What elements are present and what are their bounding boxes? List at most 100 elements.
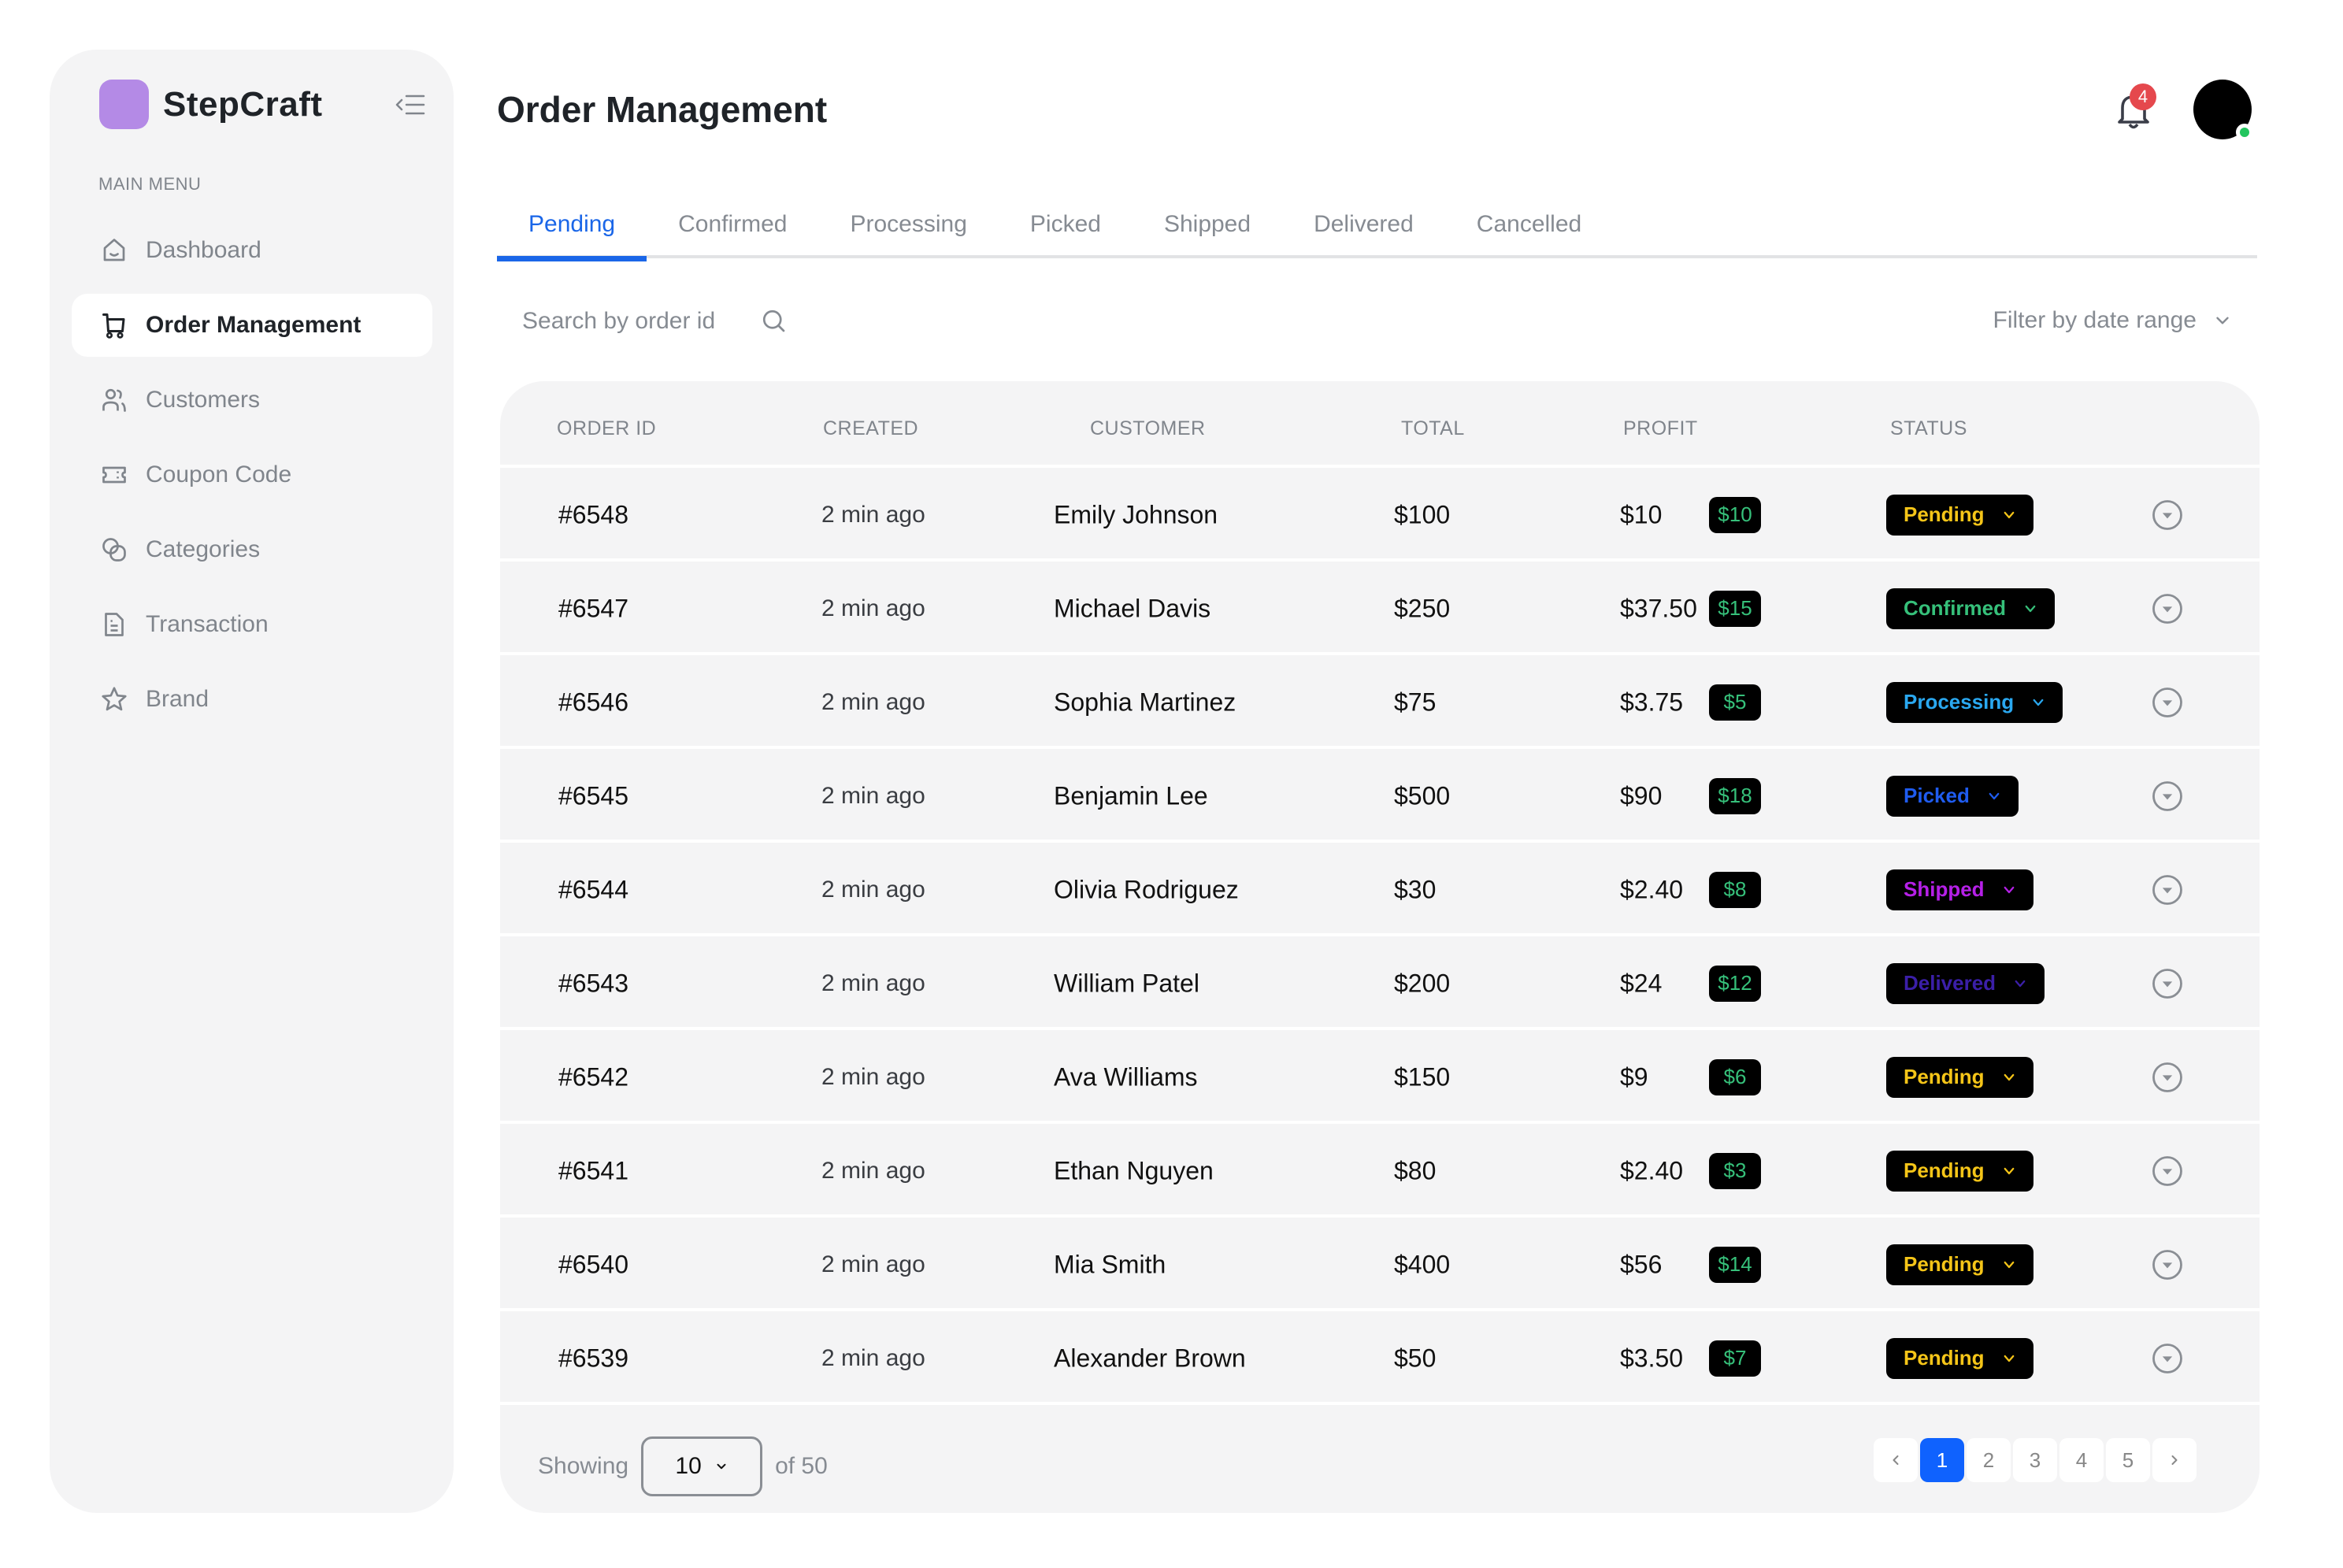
- row-expand-button[interactable]: [2151, 1248, 2184, 1281]
- next-page-button[interactable]: [2152, 1438, 2197, 1482]
- table-row[interactable]: #6541 2 min ago Ethan Nguyen $80 $2.40 $3 Pend…: [500, 1127, 2260, 1218]
- chevron-right-icon: [2171, 1455, 2178, 1465]
- profit-badge: $3: [1709, 1152, 1761, 1189]
- row-expand-button[interactable]: [2151, 967, 2184, 1000]
- search-icon[interactable]: [760, 307, 788, 335]
- brand[interactable]: StepCraft: [99, 80, 323, 129]
- order-profit: $56: [1620, 1250, 1663, 1278]
- table-row[interactable]: #6546 2 min ago Sophia Martinez $75 $3.75 $5 P…: [500, 658, 2260, 749]
- page-button-3[interactable]: 3: [2013, 1438, 2057, 1482]
- status-dropdown[interactable]: Processing: [1886, 681, 2063, 723]
- row-expand-button[interactable]: [2151, 780, 2184, 813]
- tab-confirmed[interactable]: Confirmed: [647, 206, 818, 258]
- order-total: $500: [1394, 781, 1451, 810]
- main-menu-label: MAIN MENU: [98, 174, 202, 194]
- order-id[interactable]: #6541: [558, 1156, 628, 1185]
- order-total: $50: [1394, 1344, 1437, 1372]
- tab-shipped[interactable]: Shipped: [1133, 206, 1282, 258]
- collapse-sidebar-button[interactable]: [395, 92, 427, 117]
- previous-page-button[interactable]: [1874, 1438, 1918, 1482]
- categories-icon: [102, 538, 126, 562]
- column-header-profit[interactable]: PROFIT: [1623, 417, 1698, 440]
- order-id[interactable]: #6548: [558, 500, 628, 529]
- status-dropdown[interactable]: Pending: [1886, 1056, 2033, 1098]
- status-dropdown[interactable]: Pending: [1886, 1244, 2033, 1285]
- sidebar-item-order-management[interactable]: Order Management: [72, 294, 432, 357]
- sidebar-item-dashboard[interactable]: Dashboard: [72, 219, 432, 282]
- column-header-order-id[interactable]: ORDER ID: [557, 417, 656, 440]
- order-id[interactable]: #6547: [558, 594, 628, 623]
- status-dropdown[interactable]: Pending: [1886, 494, 2033, 536]
- tab-cancelled[interactable]: Cancelled: [1445, 206, 1613, 258]
- chevron-down-icon: [1989, 792, 2000, 799]
- row-expand-button[interactable]: [2151, 499, 2184, 532]
- order-id[interactable]: #6546: [558, 688, 628, 717]
- status-dropdown[interactable]: Pending: [1886, 1150, 2033, 1192]
- page-button-4[interactable]: 4: [2059, 1438, 2104, 1482]
- table-row[interactable]: #6548 2 min ago Emily Johnson $100 $10 $10 Pen…: [500, 471, 2260, 562]
- created-time: 2 min ago: [821, 969, 925, 996]
- page-button-2[interactable]: 2: [1967, 1438, 2011, 1482]
- ticket-icon: [102, 466, 126, 484]
- order-id[interactable]: #6545: [558, 781, 628, 810]
- table-row[interactable]: #6543 2 min ago William Patel $200 $24 $12 Del…: [500, 940, 2260, 1030]
- table-row[interactable]: #6540 2 min ago Mia Smith $400 $56 $14 Pending: [500, 1221, 2260, 1311]
- status-label: Pending: [1904, 1158, 1985, 1182]
- status-dropdown[interactable]: Delivered: [1886, 962, 2045, 1004]
- page-size-control: Showing 10 of 50: [538, 1436, 828, 1496]
- row-expand-button[interactable]: [2151, 686, 2184, 719]
- column-header-created[interactable]: CREATED: [823, 417, 918, 440]
- order-profit: $10: [1620, 500, 1663, 528]
- table-row[interactable]: #6545 2 min ago Benjamin Lee $500 $90 $18 Pick…: [500, 752, 2260, 843]
- row-expand-button[interactable]: [2151, 873, 2184, 906]
- sidebar-item-customers[interactable]: Customers: [72, 369, 432, 432]
- date-range-filter[interactable]: Filter by date range: [1993, 307, 2233, 334]
- tab-delivered[interactable]: Delivered: [1282, 206, 1445, 258]
- sidebar-item-coupon-code[interactable]: Coupon Code: [72, 443, 432, 506]
- row-expand-button[interactable]: [2151, 1155, 2184, 1188]
- order-id[interactable]: #6540: [558, 1250, 628, 1279]
- tab-processing[interactable]: Processing: [819, 206, 999, 258]
- sidebar-item-brand[interactable]: Brand: [72, 668, 432, 731]
- table-row[interactable]: #6542 2 min ago Ava Williams $150 $9 $6 Pendin…: [500, 1033, 2260, 1124]
- profit-badge: $14: [1709, 1246, 1761, 1283]
- order-id[interactable]: #6539: [558, 1344, 628, 1373]
- expand-circle-icon: [2152, 499, 2182, 530]
- online-status-indicator: [2236, 124, 2253, 141]
- order-profit: $3.75: [1620, 688, 1684, 716]
- sidebar-item-transaction[interactable]: Transaction: [72, 593, 432, 656]
- created-time: 2 min ago: [821, 595, 925, 621]
- status-label: Pending: [1904, 1252, 1985, 1276]
- table-header: ORDER ID CREATED CUSTOMER TOTAL PROFIT S…: [500, 381, 2260, 468]
- tab-picked[interactable]: Picked: [999, 206, 1133, 258]
- table-row[interactable]: #6547 2 min ago Michael Davis $250 $37.50 $15…: [500, 565, 2260, 655]
- chevron-left-icon: [1893, 1455, 1899, 1465]
- order-id[interactable]: #6543: [558, 969, 628, 998]
- row-expand-button[interactable]: [2151, 1342, 2184, 1375]
- status-dropdown[interactable]: Pending: [1886, 1337, 2033, 1379]
- column-header-status[interactable]: STATUS: [1890, 417, 1967, 440]
- order-id[interactable]: #6544: [558, 875, 628, 904]
- column-header-customer[interactable]: CUSTOMER: [1090, 417, 1206, 440]
- column-header-total[interactable]: TOTAL: [1401, 417, 1465, 440]
- row-expand-button[interactable]: [2151, 592, 2184, 625]
- created-time: 2 min ago: [821, 688, 925, 715]
- table-row[interactable]: #6544 2 min ago Olivia Rodriguez $30 $2.40 $8…: [500, 846, 2260, 936]
- order-id[interactable]: #6542: [558, 1062, 628, 1092]
- order-profit: $3.50: [1620, 1344, 1684, 1372]
- page-size-select[interactable]: 10: [641, 1436, 763, 1496]
- search-input[interactable]: [522, 308, 751, 335]
- table-row[interactable]: #6539 2 min ago Alexander Brown $50 $3.50 $7 P…: [500, 1314, 2260, 1405]
- status-dropdown[interactable]: Confirmed: [1886, 588, 2055, 629]
- customer-name: Ethan Nguyen: [1054, 1156, 1214, 1184]
- status-dropdown[interactable]: Shipped: [1886, 869, 2033, 910]
- tab-pending[interactable]: Pending: [497, 206, 647, 261]
- status-label: Pending: [1904, 1346, 1985, 1370]
- page-button-5[interactable]: 5: [2106, 1438, 2150, 1482]
- row-expand-button[interactable]: [2151, 1061, 2184, 1094]
- sidebar-nav: Dashboard Order Management Customers Cou…: [72, 219, 432, 743]
- expand-circle-icon: [2152, 1155, 2182, 1186]
- page-button-1[interactable]: 1: [1920, 1438, 1964, 1482]
- sidebar-item-categories[interactable]: Categories: [72, 518, 432, 581]
- status-dropdown[interactable]: Picked: [1886, 775, 2019, 817]
